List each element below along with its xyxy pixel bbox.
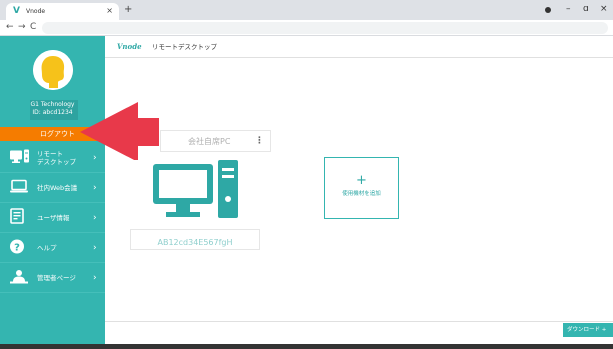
tab-close-button[interactable]: × <box>106 5 113 17</box>
bottom-bar <box>0 344 613 349</box>
sidebar-item-label: ヘルプ <box>37 244 57 252</box>
chevron-right-icon: › <box>93 273 97 283</box>
sidebar-item-user-info[interactable]: ユーザ情報 › <box>0 203 105 233</box>
page-title: リモートデスクトップ <box>152 43 217 51</box>
browser-nav-bar: ← → C <box>0 20 613 36</box>
svg-text:?: ? <box>14 242 20 253</box>
new-tab-button[interactable]: + <box>124 3 132 16</box>
laptop-icon <box>10 178 28 197</box>
sidebar-item-label: 社内Web会議 <box>37 184 78 192</box>
sidebar-item-web-meeting[interactable]: 社内Web会議 › <box>0 173 105 203</box>
add-device-button[interactable]: + 使用機材を追加 <box>324 157 399 219</box>
pc-name: 会社自席PC <box>188 137 231 146</box>
content-header: Vnode リモートデスクトップ <box>105 36 613 58</box>
sidebar-item-label: リモート <box>37 150 63 158</box>
sidebar-item-help[interactable]: ? ヘルプ › <box>0 233 105 263</box>
monitor-icon <box>10 148 30 167</box>
chevron-right-icon: › <box>93 183 97 193</box>
sidebar-item-label: 管理者ページ <box>37 274 76 282</box>
browser-tab[interactable]: V Vnode × <box>6 3 119 20</box>
pc-name-field[interactable]: 会社自席PC ⋮ <box>160 130 271 152</box>
pc-id: AB12cd34E567fgH <box>157 238 233 247</box>
chevron-right-icon: › <box>93 213 97 223</box>
record-icon <box>545 7 551 13</box>
sidebar-item-label: デスクトップ <box>37 158 76 166</box>
plus-icon: + <box>356 173 367 188</box>
sidebar-item-label: ユーザ情報 <box>37 214 70 222</box>
kebab-menu-icon[interactable]: ⋮ <box>255 135 264 147</box>
vnode-logo: Vnode <box>117 42 142 51</box>
reload-button[interactable]: C <box>30 22 36 33</box>
footer-divider <box>105 321 613 322</box>
sidebar: G1 Technology ID: abcd1234 ログアウト リモート デス… <box>0 36 105 344</box>
tab-title: Vnode <box>26 8 46 15</box>
admin-icon <box>10 268 28 287</box>
address-bar[interactable] <box>42 22 608 34</box>
vnode-favicon-icon: V <box>13 6 20 16</box>
desktop-computer-icon[interactable] <box>150 158 240 232</box>
add-device-label: 使用機材を追加 <box>342 191 381 197</box>
pc-id-box: AB12cd34E567fgH <box>130 229 260 250</box>
maximize-button[interactable]: ɑ <box>583 3 589 16</box>
annotation-arrow-icon <box>80 100 160 164</box>
download-button[interactable]: ダウンロード + <box>563 323 613 337</box>
document-icon <box>10 207 24 228</box>
forward-button[interactable]: → <box>18 22 26 33</box>
minimize-button[interactable]: – <box>566 3 571 16</box>
sidebar-item-admin[interactable]: 管理者ページ › <box>0 263 105 293</box>
chevron-right-icon: › <box>93 243 97 253</box>
back-button[interactable]: ← <box>6 22 14 33</box>
user-avatar-icon <box>33 50 73 90</box>
help-icon: ? <box>10 238 24 257</box>
browser-tab-bar: V Vnode × + – ɑ × <box>0 0 613 20</box>
window-close-button[interactable]: × <box>600 3 608 16</box>
avatar[interactable] <box>33 50 73 90</box>
